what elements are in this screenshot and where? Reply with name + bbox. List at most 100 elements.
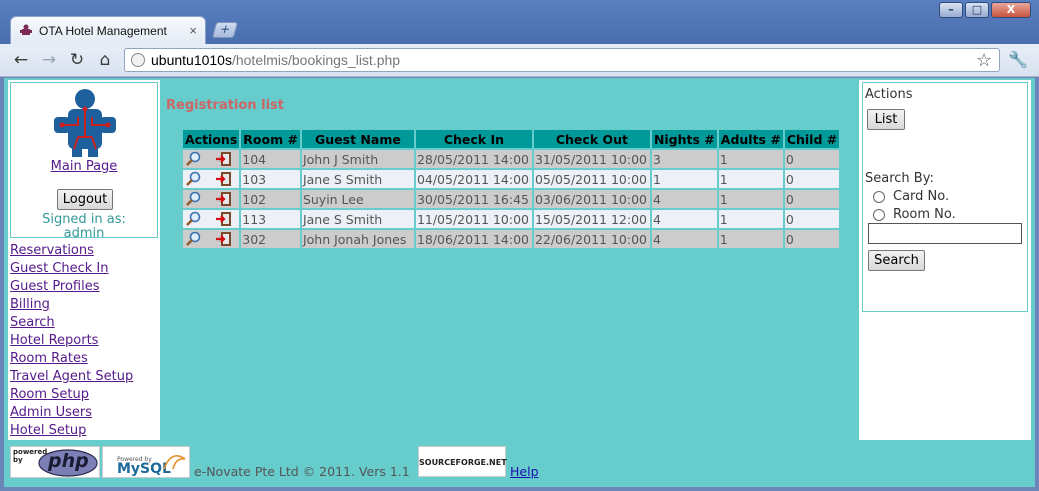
- sidebar-menu: Reservations Guest Check In Guest Profil…: [10, 242, 133, 440]
- table-row: 102 Suyin Lee 30/05/2011 16:45 03/06/201…: [183, 190, 840, 208]
- back-arrow-icon[interactable]: ←: [10, 50, 32, 70]
- copyright-text: e-Novate Pte Ltd © 2011. Vers 1.1: [194, 464, 410, 479]
- view-magnifier-icon[interactable]: [185, 211, 203, 227]
- cell-guest: John J Smith: [301, 150, 414, 168]
- tab-close-icon[interactable]: ×: [189, 23, 197, 38]
- right-sidebar: Actions List Search By: Card No. Room No…: [859, 80, 1031, 440]
- cell-checkin: 04/05/2011 14:00: [415, 170, 532, 188]
- cell-child: 0: [784, 230, 840, 248]
- view-magnifier-icon[interactable]: [185, 151, 203, 167]
- cell-child: 0: [784, 210, 840, 228]
- wrench-menu-icon[interactable]: 🔧: [1008, 50, 1028, 69]
- cell-checkout: 03/06/2011 10:00: [533, 190, 650, 208]
- address-bar[interactable]: ubuntu1010s/hotelmis/bookings_list.php: [124, 48, 1000, 72]
- powered-by-mysql-badge[interactable]: Powered by MySQL: [102, 446, 190, 478]
- room-no-radio[interactable]: [873, 208, 885, 221]
- browser-tab[interactable]: OTA Hotel Management ×: [10, 16, 206, 44]
- menu-item-guest-check-in[interactable]: Guest Check In: [10, 260, 133, 278]
- cell-room: 104: [241, 150, 300, 168]
- actions-label: Actions: [865, 87, 913, 102]
- new-tab-button[interactable]: +: [211, 22, 239, 38]
- cell-room: 113: [241, 210, 300, 228]
- column-header: Child #: [784, 130, 840, 148]
- hotel-favicon-icon: [20, 24, 32, 35]
- checkout-door-icon[interactable]: [215, 231, 233, 247]
- search-button[interactable]: Search: [868, 250, 925, 271]
- column-header: Check In: [415, 130, 532, 148]
- view-magnifier-icon[interactable]: [185, 191, 203, 207]
- cell-checkin: 18/06/2011 14:00: [415, 230, 532, 248]
- cell-guest: Jane S Smith: [301, 210, 414, 228]
- browser-toolbar: ← → ↻ ⌂ ubuntu1010s/hotelmis/bookings_li…: [0, 44, 1039, 77]
- menu-item-hotel-setup[interactable]: Hotel Setup: [10, 422, 133, 440]
- column-header: Adults #: [718, 130, 783, 148]
- search-by-label: Search By:: [865, 171, 934, 186]
- actions-panel: Actions List Search By: Card No. Room No…: [862, 82, 1028, 312]
- checkout-door-icon[interactable]: [215, 171, 233, 187]
- checkout-door-icon[interactable]: [215, 211, 233, 227]
- cell-child: 0: [784, 190, 840, 208]
- checkout-door-icon[interactable]: [215, 191, 233, 207]
- checkout-door-icon[interactable]: [215, 151, 233, 167]
- cell-adults: 1: [718, 170, 783, 188]
- room-no-option[interactable]: Room No.: [873, 207, 956, 222]
- cell-adults: 1: [718, 190, 783, 208]
- room-no-label: Room No.: [893, 207, 956, 222]
- cell-adults: 1: [718, 230, 783, 248]
- powered-by-php-badge[interactable]: powered by php: [10, 446, 100, 478]
- table-row: 113 Jane S Smith 11/05/2011 10:00 15/05/…: [183, 210, 840, 228]
- cell-nights: 3: [651, 150, 717, 168]
- signed-in-label: Signed in as:: [42, 212, 126, 227]
- maximize-button[interactable]: □: [965, 2, 989, 18]
- page-info-icon[interactable]: [131, 53, 145, 67]
- logout-button[interactable]: Logout: [57, 189, 113, 210]
- menu-item-travel-agent-setup[interactable]: Travel Agent Setup: [10, 368, 133, 386]
- list-button[interactable]: List: [867, 109, 905, 130]
- tab-title: OTA Hotel Management: [39, 23, 167, 38]
- cell-room: 103: [241, 170, 300, 188]
- menu-item-hotel-reports[interactable]: Hotel Reports: [10, 332, 133, 350]
- forward-arrow-icon[interactable]: →: [38, 50, 60, 70]
- row-actions: [183, 150, 240, 168]
- cell-nights: 4: [651, 230, 717, 248]
- minimize-button[interactable]: –: [939, 2, 963, 18]
- column-header: Guest Name: [301, 130, 414, 148]
- page-content: Main Page Logout Signed in as: admin Res…: [4, 78, 1035, 487]
- main-page-link[interactable]: Main Page: [11, 159, 157, 174]
- php-badge-label: php: [48, 450, 89, 472]
- menu-item-search[interactable]: Search: [10, 314, 133, 332]
- column-header: Actions: [183, 130, 240, 148]
- cell-adults: 1: [718, 150, 783, 168]
- view-magnifier-icon[interactable]: [185, 231, 203, 247]
- card-no-option[interactable]: Card No.: [873, 189, 949, 204]
- menu-item-reservations[interactable]: Reservations: [10, 242, 133, 260]
- menu-item-room-setup[interactable]: Room Setup: [10, 386, 133, 404]
- cell-child: 0: [784, 150, 840, 168]
- cell-guest: John Jonah Jones: [301, 230, 414, 248]
- column-header: Room #: [241, 130, 300, 148]
- search-input[interactable]: [868, 223, 1022, 244]
- sourceforge-badge[interactable]: SOURCEFORGE.NET: [418, 446, 507, 477]
- table-header-row: Actions Room # Guest Name Check In Check…: [183, 130, 840, 148]
- menu-item-guest-profiles[interactable]: Guest Profiles: [10, 278, 133, 296]
- url-host: ubuntu1010s: [151, 52, 232, 68]
- mysql-dolphin-icon: [163, 455, 186, 470]
- close-window-button[interactable]: X: [991, 2, 1031, 18]
- reload-icon[interactable]: ↻: [66, 50, 88, 70]
- table-row: 302 John Jonah Jones 18/06/2011 14:00 22…: [183, 230, 840, 248]
- view-magnifier-icon[interactable]: [185, 171, 203, 187]
- menu-item-billing[interactable]: Billing: [10, 296, 133, 314]
- menu-item-admin-users[interactable]: Admin Users: [10, 404, 133, 422]
- url-path: /hotelmis/bookings_list.php: [231, 52, 401, 68]
- card-no-radio[interactable]: [873, 190, 885, 203]
- help-link[interactable]: Help: [510, 464, 539, 479]
- row-actions: [183, 210, 240, 228]
- column-header: Check Out: [533, 130, 650, 148]
- home-icon[interactable]: ⌂: [94, 50, 116, 70]
- bookmark-star-icon[interactable]: ☆: [976, 50, 992, 71]
- cell-checkin: 28/05/2011 14:00: [415, 150, 532, 168]
- menu-item-room-rates[interactable]: Room Rates: [10, 350, 133, 368]
- logo-panel: Main Page Logout Signed in as: admin: [10, 82, 158, 241]
- page-title: Registration list: [166, 98, 284, 113]
- bookings-table: Actions Room # Guest Name Check In Check…: [181, 128, 841, 250]
